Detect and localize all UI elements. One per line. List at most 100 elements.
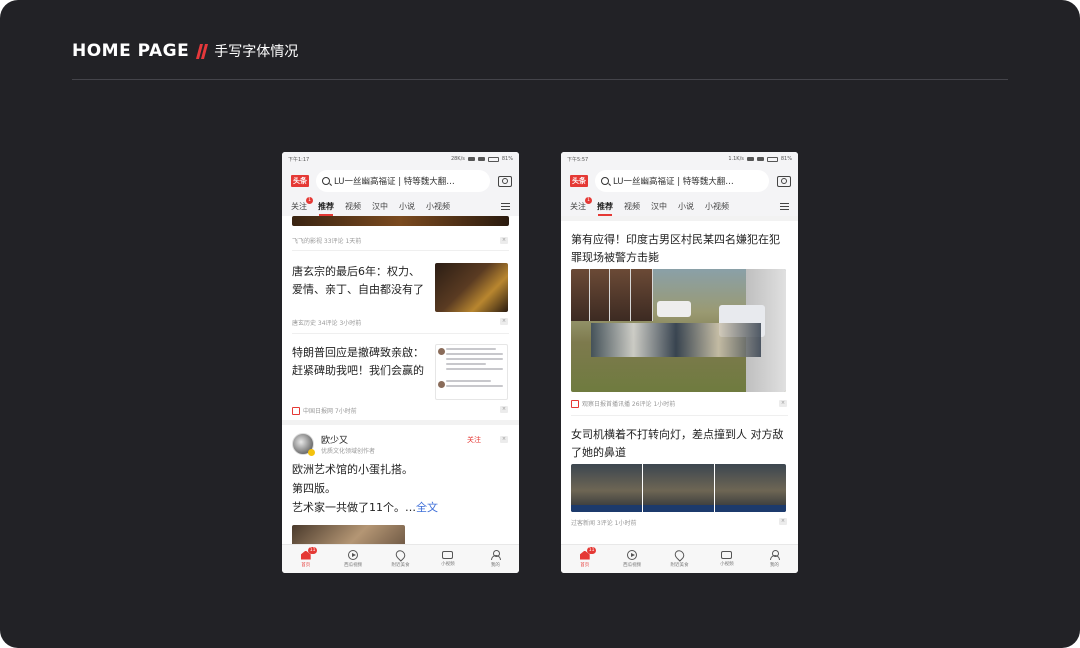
play-icon [348,550,359,560]
camera-icon[interactable] [498,175,512,187]
news-meta: 飞飞的影视 33评论 1天前 [292,238,362,245]
video-thumbnail [643,464,714,512]
news-thumbnail [435,263,508,312]
read-more-link[interactable]: 全文 [416,501,438,514]
close-icon[interactable]: × [500,237,508,244]
post-user-desc: 优质文化领域创作者 [321,448,376,455]
verified-badge [308,449,315,456]
list-item[interactable]: 女司机横着不打转向灯，差点撞到人 对方敌了她的鼻道 过客新闻 3评论 1小时前 … [561,416,798,527]
net-speed: 1.1K/s [728,156,744,162]
nav-me[interactable]: 我的 [751,545,798,573]
battery-icon [766,156,778,162]
search-icon [601,177,609,185]
menu-icon[interactable] [780,202,789,210]
header-divider [72,79,1008,80]
close-icon[interactable]: × [779,400,787,407]
list-item[interactable]: 飞飞的影视 33评论 1天前 × [282,216,519,250]
avatar [438,348,445,355]
bottom-nav: 11 首页 西瓜视频 附近美食 小视频 我的 [282,544,519,573]
tab-short-video[interactable]: 小视频 [705,201,729,212]
portrait-photo [571,269,590,321]
battery-level: 81% [780,156,792,162]
tab-badge: 1 [585,196,592,204]
app-top-bar: 头条 LU一丝幽高福证 | 特等魏大翻… [282,166,519,196]
nav-home[interactable]: 11 首页 [561,545,608,573]
slash-divider [196,43,209,59]
news-meta: 观察日报首播讯播 26评论 1小时前 [571,399,675,408]
page-header: HOME PAGE 手写字体情况 [72,40,298,62]
nav-badge: 11 [307,547,318,554]
battery-level: 81% [501,156,513,162]
news-headline: 女司机横着不打转向灯，差点撞到人 对方敌了她的鼻道 [571,428,784,459]
nav-me[interactable]: 我的 [472,545,519,573]
search-bar[interactable]: LU一丝幽高福证 | 特等魏大翻… [316,170,490,192]
menu-icon[interactable] [501,202,510,210]
video-camera-icon [721,551,733,559]
car [657,301,691,317]
follow-button[interactable]: 关注 [467,435,481,445]
bottom-nav: 11 首页 西瓜视频 附近美食 小视频 我的 [561,544,798,573]
tab-novel[interactable]: 小说 [399,201,415,212]
signal-icon [746,157,754,161]
close-icon[interactable]: × [500,436,508,443]
post-line: 第四版。 [292,482,336,495]
tab-follow[interactable]: 关注 1 [570,196,592,212]
page-title: HOME PAGE [72,41,190,61]
list-item[interactable]: 第有应得！印度古男区村民某四名嫌犯在犯罪现场被警方击毙 观察日报首播讯播 26评… [561,221,798,415]
portrait-photo [631,269,653,321]
nav-home[interactable]: 11 首页 [282,545,329,573]
close-icon[interactable]: × [500,318,508,325]
wifi-icon [477,157,485,161]
nav-short-video[interactable]: 小视频 [424,545,471,573]
nav-badge: 11 [586,547,597,554]
tab-badge: 1 [306,196,313,204]
tab-hanzhong[interactable]: 汉中 [651,201,667,212]
news-headline: 第有应得！印度古男区村民某四名嫌犯在犯罪现场被警方击毙 [571,233,780,264]
news-image [571,269,786,392]
status-bar: 下午5:57 1.1K/s 81% [561,152,798,166]
post-line: 欧洲艺术馆的小蛋扎搭。 [292,463,413,476]
list-item[interactable]: 特朗普回应是撤碑致亲啟：赶紧碑助我吧！我们会赢的 中国日报网 7小时前 × [282,334,519,420]
wifi-icon [756,157,764,161]
presentation-canvas: HOME PAGE 手写字体情况 下午1:17 28K/s 81% 头条 LU一… [0,0,1080,648]
news-feed: 第有应得！印度古男区村民某四名嫌犯在犯罪现场被警方击毙 观察日报首播讯播 26评… [561,216,798,544]
location-pin-icon [393,548,408,562]
news-meta: 唐玄历史 34评论 3小时前 [292,320,362,327]
channel-tabs: 关注 1 推荐 视频 汉中 小说 小视频 [282,196,519,216]
close-icon[interactable]: × [779,518,787,525]
user-icon [491,550,502,560]
close-icon[interactable]: × [500,406,508,413]
nav-xigua-video[interactable]: 西瓜视频 [608,545,655,573]
tab-short-video[interactable]: 小视频 [426,201,450,212]
tab-hanzhong[interactable]: 汉中 [372,201,388,212]
tab-follow[interactable]: 关注 1 [291,196,313,212]
news-headline: 唐玄宗的最后6年：权力、爱情、亲丁、自由都没有了 [292,265,424,296]
list-item[interactable]: 唐玄宗的最后6年：权力、爱情、亲丁、自由都没有了 唐玄历史 34评论 3小时前 … [282,251,519,333]
tab-novel[interactable]: 小说 [678,201,694,212]
phone-screen-left: 下午1:17 28K/s 81% 头条 LU一丝幽高福证 | 特等魏大翻… 关注… [282,152,519,573]
user-post[interactable]: 欧少又 优质文化领域创作者 关注 × 欧洲艺术馆的小蛋扎搭。 第四版。 艺术家一… [282,425,519,544]
nav-xigua-video[interactable]: 西瓜视频 [329,545,376,573]
tab-recommend[interactable]: 推荐 [318,201,334,216]
search-icon [322,177,330,185]
phone-screen-right: 下午5:57 1.1K/s 81% 头条 LU一丝幽高福证 | 特等魏大翻… 关… [561,152,798,573]
search-bar[interactable]: LU一丝幽高福证 | 特等魏大翻… [595,170,769,192]
nav-nearby[interactable]: 附近美食 [656,545,703,573]
nav-short-video[interactable]: 小视频 [703,545,750,573]
news-feed: 飞飞的影视 33评论 1天前 × 唐玄宗的最后6年：权力、爱情、亲丁、自由都没有… [282,216,519,544]
video-camera-icon [442,551,454,559]
signal-icon [467,157,475,161]
status-time: 下午5:57 [567,156,589,163]
video-thumbnail [715,464,786,512]
app-logo: 头条 [570,175,588,187]
news-meta: 中国日报网 7小时前 [292,406,357,415]
tab-video[interactable]: 视频 [345,201,361,212]
source-icon [292,406,300,415]
status-bar: 下午1:17 28K/s 81% [282,152,519,166]
tab-video[interactable]: 视频 [624,201,640,212]
play-icon [627,550,638,560]
camera-icon[interactable] [777,175,791,187]
search-text: LU一丝幽高福证 | 特等魏大翻… [334,177,455,187]
tab-recommend[interactable]: 推荐 [597,201,613,216]
nav-nearby[interactable]: 附近美食 [377,545,424,573]
